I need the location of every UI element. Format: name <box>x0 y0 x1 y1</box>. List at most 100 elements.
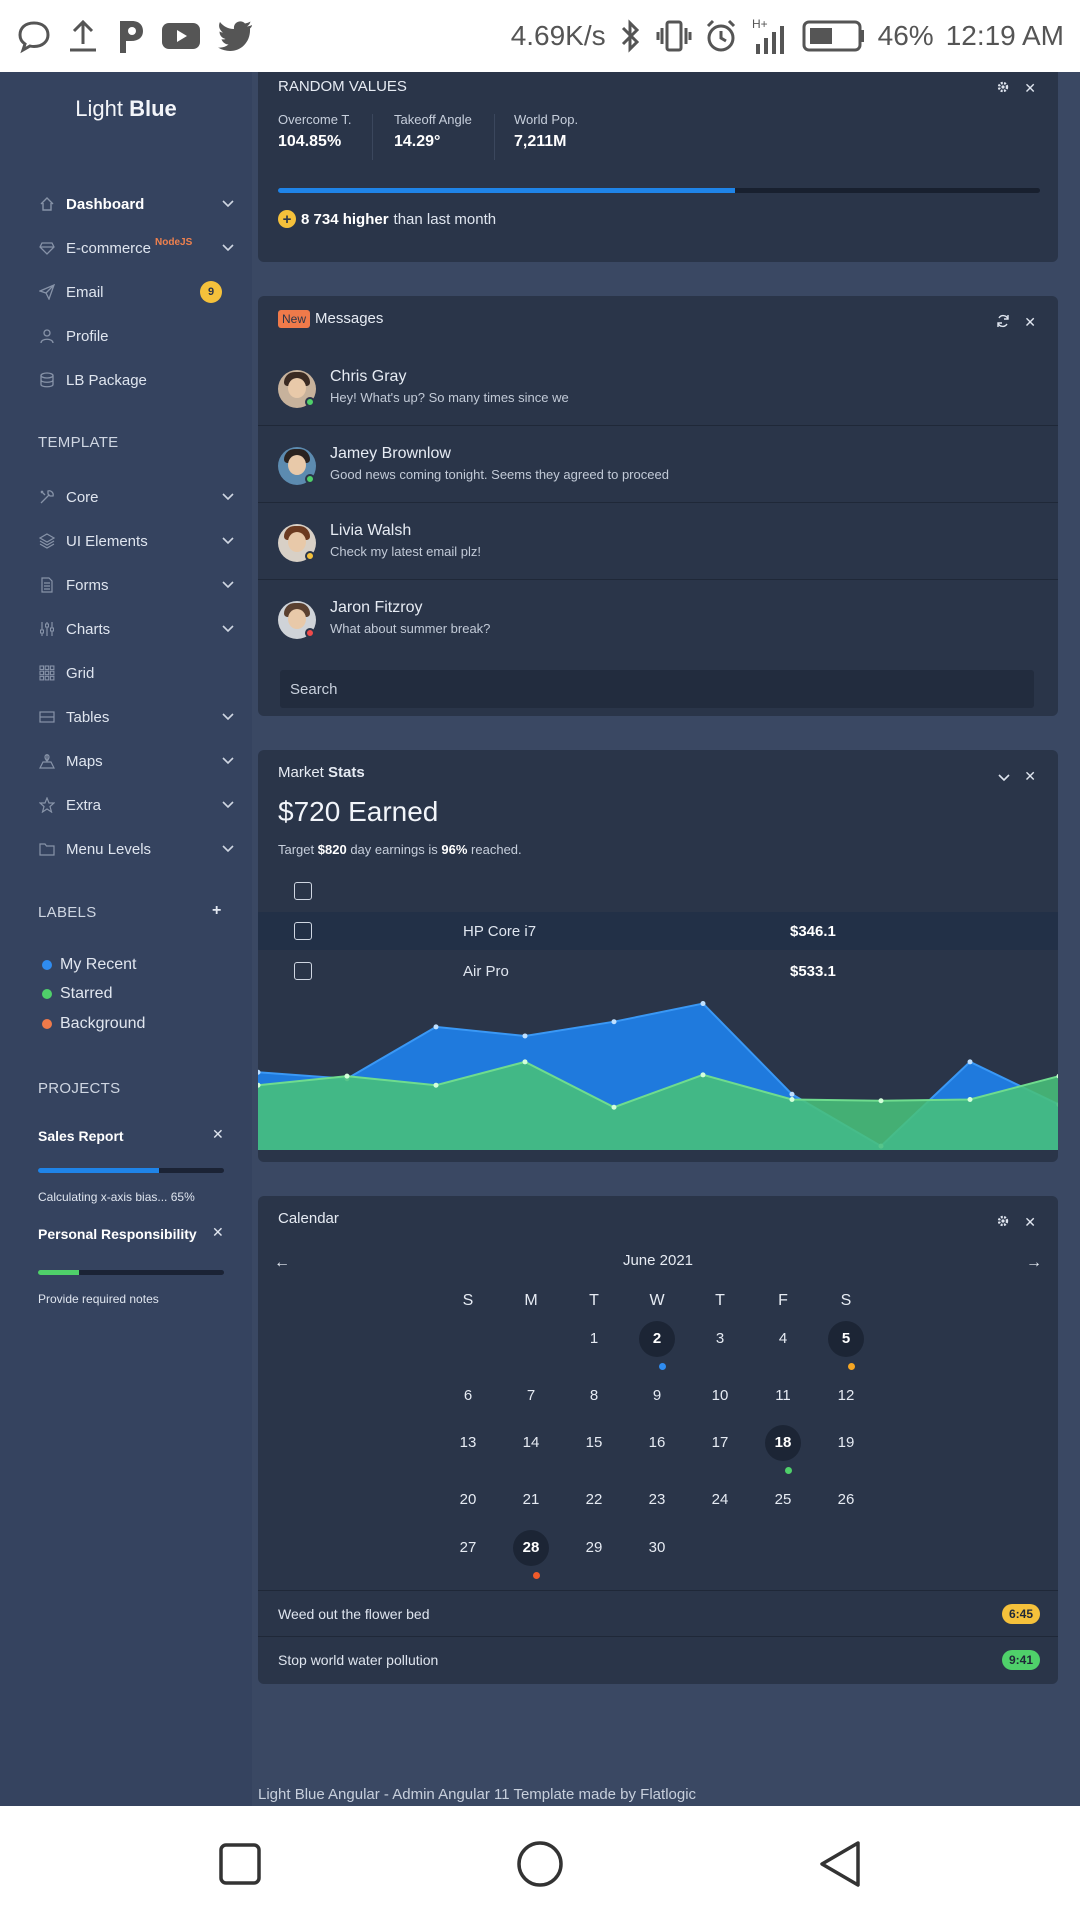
calendar-day[interactable]: 22 <box>576 1482 612 1518</box>
calendar-day[interactable]: 8 <box>576 1378 612 1414</box>
calendar-day[interactable]: 25 <box>765 1482 801 1518</box>
chevron-down-icon[interactable] <box>998 769 1010 785</box>
message-item[interactable]: Jaron Fitzroy What about summer break? <box>258 581 1058 657</box>
brand-logo[interactable]: Light Blue <box>0 96 252 122</box>
calendar-day[interactable]: 11 <box>765 1378 801 1414</box>
weekday-header: M <box>524 1292 538 1309</box>
calendar-day[interactable]: 28 <box>513 1530 549 1566</box>
sidebar-item-ecommerce[interactable]: E-commerce NodeJS <box>38 228 234 268</box>
calendar-day[interactable]: 9 <box>639 1378 675 1414</box>
close-icon[interactable]: ✕ <box>212 1224 224 1241</box>
sidebar-item-core[interactable]: Core <box>38 477 234 517</box>
settings-icon[interactable] <box>996 80 1010 97</box>
message-item[interactable]: Jamey Brownlow Good news coming tonight.… <box>258 427 1058 503</box>
select-all-checkbox[interactable] <box>294 882 312 900</box>
recent-apps-button[interactable] <box>214 1838 266 1890</box>
target-line: Target $820 day earnings is 96% reached. <box>278 842 522 857</box>
calendar-day[interactable]: 1 <box>576 1321 612 1357</box>
sidebar-item-lb-package[interactable]: LB Package <box>38 360 234 400</box>
add-label-button[interactable]: + <box>212 902 221 920</box>
calendar-day[interactable]: 4 <box>765 1321 801 1357</box>
todo-time-badge: 6:45 <box>1001 1603 1040 1624</box>
stat-value: 14.29° <box>394 133 441 150</box>
calendar-day[interactable]: 6 <box>450 1378 486 1414</box>
divider <box>494 114 495 160</box>
calendar-day[interactable]: 12 <box>828 1378 864 1414</box>
calendar-day[interactable]: 20 <box>450 1482 486 1518</box>
sidebar-item-grid[interactable]: Grid <box>38 653 234 693</box>
random-values-card: RANDOM VALUES ✕ Overcome T. 104.85% Take… <box>258 72 1058 262</box>
calendar-day[interactable]: 13 <box>450 1425 486 1461</box>
close-icon[interactable]: ✕ <box>1024 768 1036 785</box>
chevron-down-icon <box>222 490 234 504</box>
message-item[interactable]: Chris Gray Hey! What's up? So many times… <box>258 350 1058 426</box>
settings-icon[interactable] <box>996 1214 1010 1231</box>
footer-rest: than last month <box>393 210 497 228</box>
calendar-day[interactable]: 7 <box>513 1378 549 1414</box>
stat-world-pop: World Pop. 7,211M <box>514 112 578 151</box>
sidebar-item-tables[interactable]: Tables <box>38 697 234 737</box>
refresh-icon[interactable] <box>996 314 1010 331</box>
label-background[interactable]: Background <box>42 1015 145 1033</box>
page-footer: Light Blue Angular - Admin Angular 11 Te… <box>258 1786 697 1803</box>
calendar-day[interactable]: 26 <box>828 1482 864 1518</box>
todo-item[interactable]: Weed out the flower bed 6:45 <box>258 1590 1058 1636</box>
folder-icon <box>38 840 56 858</box>
series-1-point <box>433 1082 439 1088</box>
calendar-day[interactable]: 15 <box>576 1425 612 1461</box>
calendar-day[interactable]: 19 <box>828 1425 864 1461</box>
market-area-chart <box>258 1001 1058 1150</box>
calendar-day[interactable]: 30 <box>639 1530 675 1566</box>
row-checkbox[interactable] <box>294 922 312 940</box>
sidebar-item-maps[interactable]: Maps <box>38 741 234 781</box>
sidebar-item-extra[interactable]: Extra <box>38 785 234 825</box>
weekday-header: T <box>715 1292 725 1309</box>
calendar-day[interactable]: 27 <box>450 1530 486 1566</box>
calendar-day[interactable]: 23 <box>639 1482 675 1518</box>
calendar-day[interactable]: 17 <box>702 1425 738 1461</box>
message-sender: Jaron Fitzroy <box>330 599 423 616</box>
series-0-point <box>789 1091 795 1097</box>
sidebar-item-label: Tables <box>66 708 110 726</box>
search-input[interactable] <box>280 670 1034 708</box>
close-icon[interactable]: ✕ <box>1024 80 1036 97</box>
calendar-day[interactable]: 5 <box>828 1321 864 1357</box>
sidebar-item-charts[interactable]: Charts <box>38 609 234 649</box>
status-bar: 4.69K/s H+ 46% 12:19 AM <box>0 0 1080 72</box>
message-item[interactable]: Livia Walsh Check my latest email plz! <box>258 504 1058 580</box>
calendar-day[interactable]: 16 <box>639 1425 675 1461</box>
sidebar-item-dashboard[interactable]: Dashboard <box>38 184 234 224</box>
sidebar-item-profile[interactable]: Profile <box>38 316 234 356</box>
sidebar-item-menu-levels[interactable]: Menu Levels <box>38 829 234 869</box>
label-text: Starred <box>60 985 113 1002</box>
close-icon[interactable]: ✕ <box>212 1126 224 1143</box>
close-icon[interactable]: ✕ <box>1024 314 1036 331</box>
sidebar-item-email[interactable]: Email 9 <box>38 272 234 312</box>
calendar-day[interactable]: 2 <box>639 1321 675 1357</box>
home-button[interactable] <box>514 1838 566 1890</box>
square-icon <box>219 1843 261 1885</box>
next-month-arrow-icon[interactable]: → <box>1026 1254 1042 1272</box>
calendar-day[interactable]: 14 <box>513 1425 549 1461</box>
table-icon <box>38 708 56 726</box>
sidebar-item-ui-elements[interactable]: UI Elements <box>38 521 234 561</box>
calendar-day[interactable]: 21 <box>513 1482 549 1518</box>
calendar-day[interactable]: 29 <box>576 1530 612 1566</box>
back-button[interactable] <box>814 1838 866 1890</box>
sidebar-item-forms[interactable]: Forms <box>38 565 234 605</box>
table-row[interactable]: Air Pro $533.1 <box>258 952 1058 990</box>
calendar-day[interactable]: 10 <box>702 1378 738 1414</box>
label-starred[interactable]: Starred <box>42 985 112 1003</box>
alarm-icon <box>704 18 738 54</box>
message-sender: Chris Gray <box>330 368 407 385</box>
message-preview: Check my latest email plz! <box>330 544 481 559</box>
row-checkbox[interactable] <box>294 962 312 980</box>
todo-item[interactable]: Stop world water pollution 9:41 <box>258 1636 1058 1682</box>
close-icon[interactable]: ✕ <box>1024 1214 1036 1231</box>
target-amount: $820 <box>317 842 347 857</box>
label-my-recent[interactable]: My Recent <box>42 956 136 974</box>
calendar-day[interactable]: 3 <box>702 1321 738 1357</box>
calendar-day[interactable]: 18 <box>765 1425 801 1461</box>
calendar-day[interactable]: 24 <box>702 1482 738 1518</box>
table-row[interactable]: HP Core i7 $346.1 <box>258 912 1058 950</box>
